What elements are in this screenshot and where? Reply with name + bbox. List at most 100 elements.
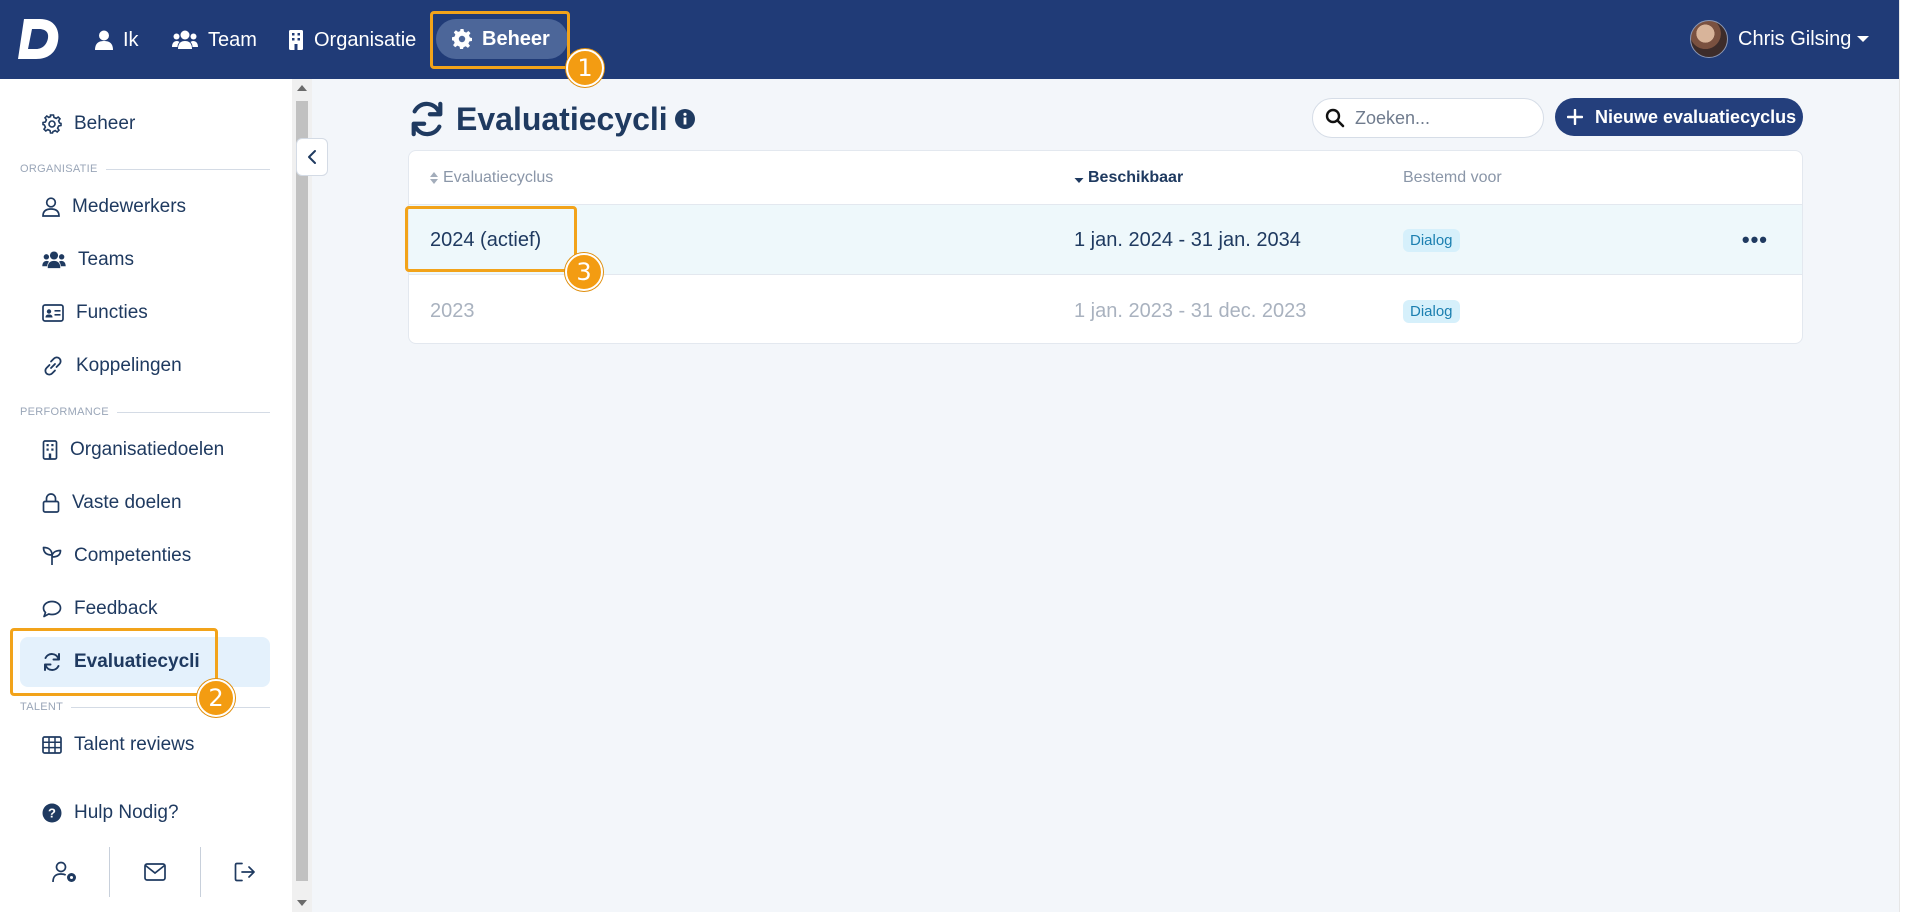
nav-ik-label: Ik: [123, 28, 139, 51]
page-title: Evaluatiecycli: [408, 98, 696, 140]
search-field[interactable]: [1312, 98, 1544, 138]
sidebar-item-koppelingen[interactable]: Koppelingen: [20, 341, 270, 391]
sidebar-item-vaste-doelen[interactable]: Vaste doelen: [20, 478, 270, 528]
sidebar-item-label: Competenties: [74, 545, 192, 566]
sidebar-footer: [20, 847, 290, 897]
id-card-icon: [42, 304, 64, 322]
page-title-text: Evaluatiecycli: [456, 100, 668, 137]
help-label: Hulp Nodig?: [74, 802, 179, 823]
sidebar-item-talent-reviews[interactable]: Talent reviews: [20, 720, 270, 770]
nav-team-label: Team: [208, 28, 257, 51]
building-outline-icon: [42, 440, 58, 460]
svg-text:?: ?: [48, 806, 56, 821]
annotation-highlight-3: [405, 206, 577, 272]
sidebar-item-competenties[interactable]: Competenties: [20, 531, 270, 581]
sort-icon: [430, 172, 438, 184]
section-label: PERFORMANCE: [20, 406, 109, 418]
search-icon: [1325, 108, 1345, 128]
column-header-evaluatiecyclus[interactable]: Evaluatiecyclus: [429, 169, 553, 187]
avatar: [1690, 20, 1728, 58]
sidebar-scrollbar[interactable]: [292, 79, 312, 912]
sidebar: Beheer ORGANISATIE Medewerkers Teams Fun…: [0, 79, 292, 912]
column-label: Bestemd voor: [1403, 169, 1502, 186]
table-header: Evaluatiecyclus Beschikbaar Bestemd voor: [409, 151, 1802, 205]
sidebar-item-label: Functies: [76, 302, 148, 323]
logout-button[interactable]: [201, 847, 290, 897]
link-icon: [44, 356, 62, 376]
rotate-icon: [411, 101, 443, 137]
dialog-badge: Dialog: [1403, 228, 1460, 252]
sidebar-item-label: Koppelingen: [76, 355, 182, 376]
nav-ik[interactable]: Ik: [95, 22, 139, 58]
nav-organisatie[interactable]: Organisatie: [288, 22, 416, 58]
sort-down-icon: [1074, 178, 1084, 183]
comment-icon: [42, 600, 62, 618]
user-outline-icon: [42, 197, 60, 217]
sidebar-item-feedback[interactable]: Feedback: [20, 584, 270, 634]
logout-icon: [235, 862, 256, 882]
info-icon[interactable]: [674, 108, 696, 130]
users-icon: [42, 251, 66, 269]
user-menu[interactable]: Chris Gilsing: [1690, 19, 1870, 59]
plus-icon: [1567, 109, 1583, 125]
user-icon: [95, 30, 113, 50]
column-header-beschikbaar[interactable]: Beschikbaar: [1074, 169, 1183, 187]
sidebar-item-label: Talent reviews: [74, 734, 195, 755]
building-icon: [289, 30, 303, 50]
table-row[interactable]: 2024 (actief) 1 jan. 2024 - 31 jan. 2034…: [409, 205, 1802, 275]
annotation-marker-2: 2: [197, 679, 235, 717]
nav-team[interactable]: Team: [172, 22, 257, 58]
sidebar-item-label: Medewerkers: [72, 196, 187, 217]
table-row[interactable]: 2023 1 jan. 2023 - 31 dec. 2023 Dialog: [409, 276, 1802, 343]
top-navigation-bar: Ik Team Organisatie Beheer Chris Gilsing: [0, 0, 1899, 79]
nav-organisatie-label: Organisatie: [314, 28, 417, 51]
new-evaluation-cycle-button[interactable]: Nieuwe evaluatiecyclus: [1555, 98, 1803, 136]
more-options-icon[interactable]: •••: [1742, 227, 1768, 253]
intended-for-cell: Dialog: [1403, 205, 1460, 275]
intended-for-cell: Dialog: [1403, 276, 1460, 343]
sidebar-item-teams[interactable]: Teams: [20, 235, 270, 285]
sidebar-item-organisatiedoelen[interactable]: Organisatiedoelen: [20, 425, 270, 475]
sidebar-item-functies[interactable]: Functies: [20, 288, 270, 338]
cycle-name[interactable]: 2023: [430, 276, 475, 343]
availability-range: 1 jan. 2024 - 31 jan. 2034: [1074, 228, 1301, 251]
sidebar-item-label: Vaste doelen: [72, 492, 182, 513]
scroll-up-arrow-icon[interactable]: [297, 85, 307, 91]
annotation-marker-3: 3: [565, 253, 603, 291]
dialog-logo-icon[interactable]: [18, 17, 60, 61]
evaluation-cycles-table: Evaluatiecyclus Beschikbaar Bestemd voor…: [408, 150, 1803, 344]
question-circle-icon: ?: [42, 803, 62, 823]
page-scrollbar[interactable]: [1899, 0, 1920, 912]
sidebar-item-beheer[interactable]: Beheer: [20, 99, 270, 149]
scroll-down-arrow-icon[interactable]: [297, 900, 307, 906]
seedling-icon: [42, 546, 62, 565]
gear-outline-icon: [42, 114, 62, 134]
section-header-performance: PERFORMANCE: [20, 406, 270, 418]
column-label: Beschikbaar: [1088, 169, 1184, 186]
section-label: ORGANISATIE: [20, 163, 98, 175]
lock-icon: [42, 493, 60, 513]
envelope-icon: [144, 863, 166, 881]
users-icon: [172, 30, 198, 49]
caret-down-icon: [1857, 36, 1870, 42]
messages-button[interactable]: [110, 847, 199, 897]
collapse-sidebar-button[interactable]: [296, 138, 328, 176]
column-label: Evaluatiecyclus: [443, 169, 554, 186]
search-input[interactable]: [1355, 107, 1535, 129]
scrollbar-thumb[interactable]: [296, 101, 308, 881]
help-link[interactable]: ? Hulp Nodig?: [20, 788, 270, 838]
sidebar-item-label: Feedback: [74, 598, 158, 619]
column-header-bestemd-voor: Bestemd voor: [1403, 169, 1502, 187]
annotation-marker-1: 1: [566, 49, 604, 87]
annotation-highlight-2: [10, 628, 218, 696]
sidebar-item-medewerkers[interactable]: Medewerkers: [20, 182, 270, 232]
user-name: Chris Gilsing: [1738, 27, 1852, 50]
sidebar-item-label: Organisatiedoelen: [70, 439, 225, 460]
user-gear-icon: [51, 861, 76, 883]
dialog-badge: Dialog: [1403, 299, 1460, 323]
section-header-organisatie: ORGANISATIE: [20, 163, 270, 175]
new-button-label: Nieuwe evaluatiecyclus: [1595, 106, 1797, 127]
user-settings-button[interactable]: [20, 847, 109, 897]
sidebar-item-label: Teams: [78, 249, 134, 270]
chevron-left-icon: [308, 150, 316, 164]
